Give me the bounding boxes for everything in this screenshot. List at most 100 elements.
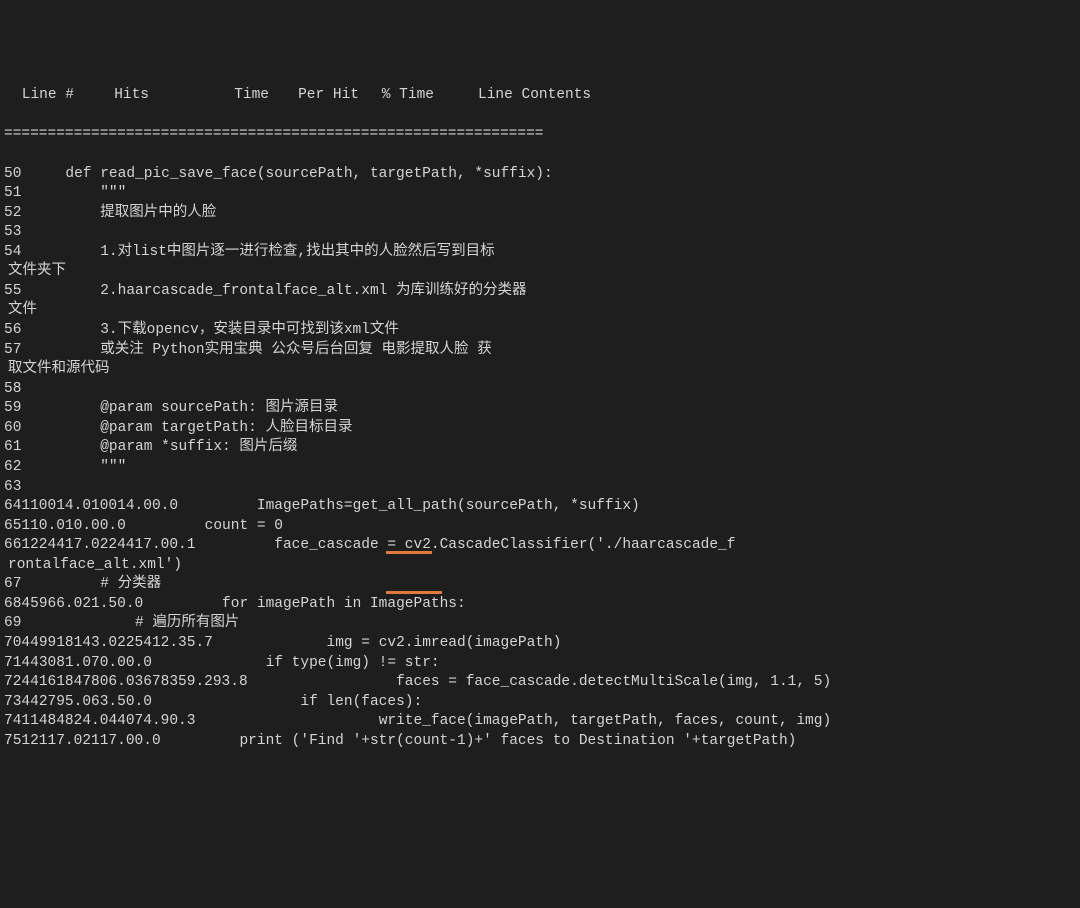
code-content: write_face(imagePath, targetPath, faces,… (195, 713, 831, 729)
code-row: 61 @param *suffix: 图片后缀 (4, 438, 1080, 458)
code-content: for imagePath in ImagePaths: (143, 596, 465, 612)
line-number: 57 (4, 342, 21, 358)
header-divider: ========================================… (4, 125, 1080, 145)
code-row: 56 3.下载opencv，安装目录中可找到该xml文件 (4, 321, 1080, 341)
perhit-value: 2117.0 (82, 733, 134, 749)
perhit-value: 10014.0 (91, 498, 152, 514)
pct-value: 5.7 (187, 635, 213, 651)
code-row: 60 @param targetPath: 人脸目标目录 (4, 419, 1080, 439)
code-row: 55 2.haarcascade_frontalface_alt.xml 为库训… (4, 282, 1080, 302)
code-row: 53 (4, 223, 1080, 243)
code-row: 57 或关注 Python实用宝典 公众号后台回复 电影提取人脸 获 (4, 341, 1080, 361)
code-content: # 分类器 (21, 576, 161, 592)
code-content: @param sourcePath: 图片源目录 (21, 400, 338, 416)
code-row: 7512117.02117.00.0 print ('Find '+str(co… (4, 732, 1080, 752)
profiler-body: 50def read_pic_save_face(sourcePath, tar… (4, 165, 1080, 752)
code-row: 65110.010.00.0 count = 0 (4, 517, 1080, 537)
code-row: 71443081.070.00.0 if type(img) != str: (4, 654, 1080, 674)
code-row: 7244161847806.03678359.293.8 faces = fac… (4, 673, 1080, 693)
line-number: 56 (4, 322, 21, 338)
code-wrap-continuation: 文件夹下 (4, 262, 1080, 282)
code-row: 64110014.010014.00.0 ImagePaths=get_all_… (4, 497, 1080, 517)
perhit-value: 44074.9 (108, 713, 169, 729)
hits-value: 1 (21, 733, 30, 749)
col-pct: % Time (359, 86, 434, 106)
code-content: 或关注 Python实用宝典 公众号后台回复 电影提取人脸 获 (21, 342, 491, 358)
code-content: @param *suffix: 图片后缀 (21, 439, 297, 455)
code-row: 59 @param sourcePath: 图片源目录 (4, 399, 1080, 419)
time-value: 9918143.0 (39, 635, 117, 651)
line-number: 59 (4, 400, 21, 416)
time-value: 161847806.0 (39, 674, 135, 690)
line-number: 70 (4, 635, 21, 651)
line-number: 65 (4, 518, 21, 534)
time-value: 2117.0 (30, 733, 82, 749)
code-wrap-continuation: 取文件和源代码 (4, 360, 1080, 380)
code-content: """ (21, 459, 126, 475)
code-content: """ (21, 185, 126, 201)
hits-value: 45 (21, 596, 38, 612)
code-content: if len(faces): (152, 694, 422, 710)
code-row: 50def read_pic_save_face(sourcePath, tar… (4, 165, 1080, 185)
code-content: count = 0 (126, 518, 283, 534)
pct-value: 0.1 (169, 537, 195, 553)
code-row: 67 # 分类器 (4, 575, 1080, 595)
code-row: 51 """ (4, 184, 1080, 204)
time-value: 966.0 (39, 596, 83, 612)
hits-value: 44 (21, 694, 38, 710)
code-content: print ('Find '+str(count-1)+' faces to D… (161, 733, 797, 749)
code-content: faces = face_cascade.detectMultiScale(im… (248, 674, 832, 690)
line-number: 50 (4, 166, 21, 182)
perhit-value: 63.5 (91, 694, 126, 710)
code-content: 3.下载opencv，安装目录中可找到该xml文件 (21, 322, 399, 338)
code-wrap-continuation: 文件 (4, 301, 1080, 321)
col-contents: Line Contents (434, 86, 591, 106)
line-number: 61 (4, 439, 21, 455)
line-number: 55 (4, 283, 21, 299)
hits-value: 1 (21, 518, 30, 534)
code-content: 2.haarcascade_frontalface_alt.xml 为库训练好的… (21, 283, 526, 299)
profiler-header: Line #HitsTimePer Hit% TimeLine Contents (4, 86, 1080, 106)
time-value: 10014.0 (30, 498, 91, 514)
line-number: 74 (4, 713, 21, 729)
code-content: 提取图片中的人脸 (21, 205, 216, 221)
col-hits: Hits (74, 86, 149, 106)
code-content (21, 224, 65, 240)
line-number: 52 (4, 205, 21, 221)
perhit-value: 10.0 (65, 518, 100, 534)
highlight-annotation (386, 591, 442, 594)
col-time: Time (149, 86, 269, 106)
code-row: 62 """ (4, 458, 1080, 478)
pct-value: 0.0 (152, 498, 178, 514)
code-row: 7411484824.044074.90.3 write_face(imageP… (4, 712, 1080, 732)
perhit-value: 225412.3 (117, 635, 187, 651)
hits-value: 44 (21, 635, 38, 651)
line-number: 68 (4, 596, 21, 612)
line-number: 62 (4, 459, 21, 475)
code-content: 1.对list中图片逐一进行检查,找出其中的人脸然后写到目标 (21, 244, 494, 260)
code-row: 58 (4, 380, 1080, 400)
line-number: 51 (4, 185, 21, 201)
pct-value: 0.0 (117, 596, 143, 612)
code-content: @param targetPath: 人脸目标目录 (21, 420, 352, 436)
pct-value: 0.0 (100, 518, 126, 534)
line-number: 60 (4, 420, 21, 436)
code-row: 73442795.063.50.0 if len(faces): (4, 693, 1080, 713)
code-wrap-continuation: rontalface_alt.xml') (4, 556, 1080, 576)
code-row: 69 # 遍历所有图片 (4, 614, 1080, 634)
code-content: # 遍历所有图片 (21, 615, 239, 631)
pct-value: 0.3 (169, 713, 195, 729)
line-number: 75 (4, 733, 21, 749)
col-line: Line # (4, 86, 74, 106)
time-value: 10.0 (30, 518, 65, 534)
code-row: 63 (4, 478, 1080, 498)
code-content: face_cascade = cv2.CascadeClassifier('./… (195, 537, 735, 553)
perhit-value: 224417.0 (100, 537, 170, 553)
line-number: 58 (4, 381, 21, 397)
line-number: 72 (4, 674, 21, 690)
pct-value: 0.0 (126, 694, 152, 710)
perhit-value: 21.5 (82, 596, 117, 612)
hits-value: 11 (21, 713, 38, 729)
code-content (21, 479, 65, 495)
pct-value: 0.0 (135, 733, 161, 749)
